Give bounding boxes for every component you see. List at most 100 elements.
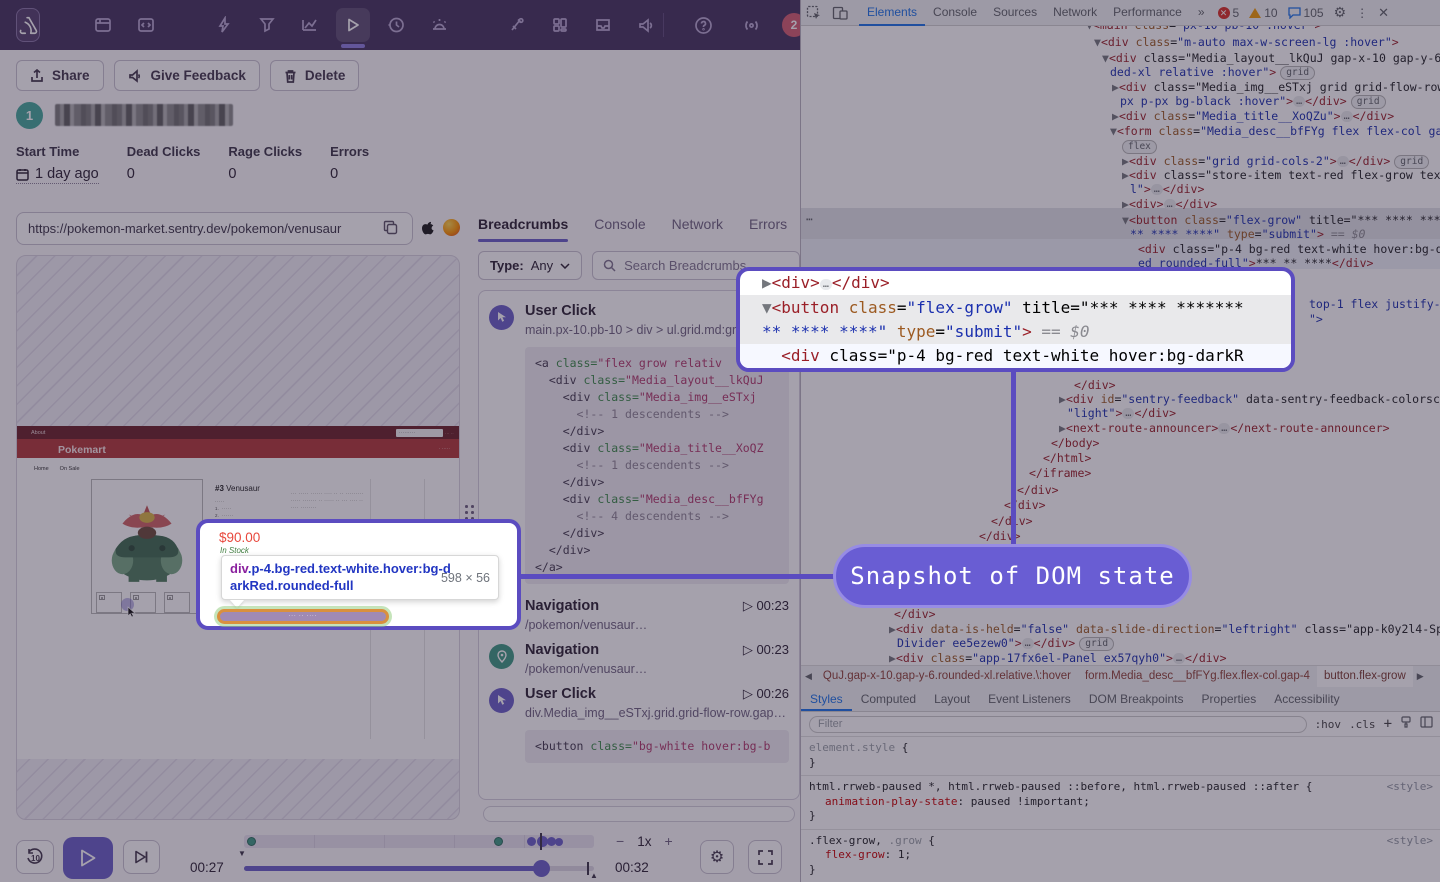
devtools-crumb[interactable]: QuJ.gap-x-10.gap-y-6.rounded-xl.relative…	[816, 666, 1078, 687]
fullscreen-button[interactable]	[748, 840, 782, 874]
breadcrumb-item[interactable]: User Click▷ 00:26div.Media_img__eSTxj.gr…	[489, 686, 799, 767]
site-search-input[interactable]: ·········	[396, 429, 443, 437]
event-marker[interactable]	[247, 837, 256, 846]
rewind-10-button[interactable]: 10	[16, 840, 54, 874]
devtools-close-icon[interactable]: ✕	[1378, 5, 1389, 21]
more-tabs-button[interactable]: »	[1190, 0, 1213, 26]
dom-tree-line[interactable]: </div>	[1017, 483, 1059, 497]
dom-tree-line[interactable]: ▼<div class="m-auto max-w-screen-lg :hov…	[1094, 35, 1399, 49]
devtools-crumb[interactable]: button.flex-grow	[1317, 666, 1413, 687]
tab-errors[interactable]: Errors	[749, 216, 787, 242]
devtools-tab-elements[interactable]: Elements	[859, 0, 925, 26]
speed-value[interactable]: 1x	[637, 834, 651, 849]
console-warning-count[interactable]: 10	[1249, 6, 1277, 20]
dom-tree-line[interactable]: </div>	[1074, 378, 1116, 392]
explore-icon[interactable]	[250, 8, 284, 42]
styles-tab-layout[interactable]: Layout	[925, 687, 979, 711]
inbox-icon[interactable]	[586, 8, 620, 42]
timeline-scrubber[interactable]	[244, 866, 594, 871]
issues-icon[interactable]	[207, 8, 241, 42]
layout-badge[interactable]: grid	[1280, 66, 1315, 80]
styles-tab-properties[interactable]: Properties	[1193, 687, 1266, 711]
dom-tree-line[interactable]: ▶<div id="sentry-feedback" data-sentry-f…	[1059, 392, 1440, 406]
layout-badge[interactable]: grid	[1394, 155, 1429, 169]
type-filter-dropdown[interactable]: Type:Any	[478, 251, 582, 280]
css-rule[interactable]: html.rrweb-paused *, html.rrweb-paused :…	[801, 776, 1440, 830]
layout-badge[interactable]: grid	[1079, 637, 1114, 651]
dashboards-icon[interactable]	[543, 8, 577, 42]
css-rule[interactable]: element.style {}	[801, 737, 1440, 776]
css-rule[interactable]: .flex-grow, .grow {flex-grow: 1;}<style>	[801, 830, 1440, 882]
console-error-count[interactable]: ✕5	[1218, 6, 1240, 20]
site-about-link[interactable]: About	[31, 430, 45, 436]
styles-tab-styles[interactable]: Styles	[801, 687, 852, 711]
site-nav-onsale[interactable]: On Sale	[60, 466, 80, 472]
breadcrumb-timestamp[interactable]: ▷ 00:23	[743, 642, 789, 658]
dom-tree-line[interactable]: ▼<div class="Media_layout__lkQuJ gap-x-1…	[1102, 51, 1440, 65]
play-button[interactable]	[63, 837, 113, 879]
dom-tree-line[interactable]: ▶<div class="Media_title__XoQZu">…</div>	[1112, 109, 1394, 123]
help-icon[interactable]	[686, 8, 720, 42]
speed-slower-button[interactable]: −	[616, 833, 624, 849]
dom-tree-line[interactable]: l">…</div>	[1130, 182, 1204, 196]
tab-console[interactable]: Console	[594, 216, 645, 242]
layout-badge[interactable]: grid	[1351, 95, 1386, 109]
copy-url-icon[interactable]	[383, 220, 398, 240]
styles-tab-computed[interactable]: Computed	[852, 687, 925, 711]
device-toolbar-icon[interactable]	[832, 6, 848, 20]
dom-tree-line[interactable]: Divider ee5ezew0">…</div>grid	[897, 636, 1114, 651]
breadcrumb-item[interactable]: Navigation▷ 00:23/pokemon/venusaur…	[489, 598, 799, 632]
skip-to-end-button[interactable]	[123, 840, 160, 874]
layout-badge[interactable]: flex	[1122, 140, 1157, 154]
thumbnail[interactable]	[96, 592, 122, 613]
dom-tree-line[interactable]: ** **** ****" type="submit"> == $0	[1130, 227, 1365, 241]
tab-breadcrumbs[interactable]: Breadcrumbs	[478, 216, 568, 242]
dom-tree-line[interactable]: ▶<div class="store-item text-red flex-gr…	[1122, 168, 1440, 182]
dom-tree-line[interactable]: ded-xl relative :hover">grid	[1110, 65, 1315, 80]
sidebar-layout-icon[interactable]	[1420, 715, 1433, 733]
sentry-logo[interactable]	[16, 8, 40, 42]
devtools-menu-icon[interactable]: ⋮	[1356, 6, 1368, 20]
styles-tab-accessibility[interactable]: Accessibility	[1265, 687, 1348, 711]
styles-tab-dom-breakpoints[interactable]: DOM Breakpoints	[1080, 687, 1193, 711]
dom-tree-line[interactable]: ▶<div class="grid grid-cols-2">…</div>gr…	[1122, 154, 1429, 169]
dom-tree-line[interactable]: ">	[1309, 312, 1323, 326]
breadcrumb-timestamp[interactable]: ▷ 00:23	[743, 598, 789, 614]
cls-toggle[interactable]: .cls	[1349, 718, 1376, 731]
speed-faster-button[interactable]: +	[664, 833, 672, 849]
hov-toggle[interactable]: :hov	[1315, 718, 1342, 731]
replay-url-field[interactable]: https://pokemon-market.sentry.dev/pokemo…	[16, 212, 413, 245]
inspect-element-icon[interactable]	[806, 5, 822, 21]
projects-icon[interactable]	[86, 8, 120, 42]
crumbs-scroll-right[interactable]: ▶	[1413, 671, 1428, 682]
devtools-tab-performance[interactable]: Performance	[1105, 0, 1190, 26]
dom-tree-line[interactable]: </body>	[1051, 436, 1099, 450]
dom-tree-line[interactable]: ▶<div data-is-held="false" data-slide-di…	[889, 622, 1440, 636]
crumbs-scroll-left[interactable]: ◀	[801, 671, 816, 682]
site-nav-home[interactable]: Home	[34, 466, 49, 472]
dom-tree-line[interactable]: ▼<button class="flex-grow" title="*** **…	[1122, 213, 1440, 227]
event-marker[interactable]	[494, 837, 503, 846]
dom-tree-line[interactable]: "light">…</div>	[1067, 406, 1176, 420]
site-brand[interactable]: Pokemart	[58, 444, 106, 456]
tab-network[interactable]: Network	[672, 216, 723, 242]
replays-icon[interactable]	[336, 8, 370, 42]
dom-tree-line[interactable]: </div>	[894, 607, 936, 621]
delete-button[interactable]: Delete	[270, 60, 360, 91]
dom-tree-line[interactable]: ▶<next-route-announcer>…</next-route-ann…	[1059, 421, 1390, 435]
thumbnail[interactable]	[164, 592, 190, 613]
scrubber-thumb[interactable]	[533, 860, 550, 877]
insights-icon[interactable]	[293, 8, 327, 42]
broadcast-megaphone-icon[interactable]	[629, 8, 663, 42]
styles-filter-input[interactable]: Filter	[809, 716, 1307, 733]
dom-tree-line[interactable]: top-1 flex justify-cen	[1309, 297, 1440, 311]
player-settings-button[interactable]: ⚙	[700, 840, 734, 874]
dom-tree-line[interactable]: </html>	[1043, 451, 1091, 465]
alerts-icon[interactable]	[422, 8, 456, 42]
event-marker[interactable]	[527, 837, 536, 846]
dom-tree-line[interactable]: ▶<div class="Media_img__eSTxj grid grid-…	[1112, 80, 1440, 94]
breadcrumb-item[interactable]: Navigation▷ 00:23/pokemon/venusaur…	[489, 642, 799, 676]
brush-icon[interactable]	[1400, 715, 1412, 733]
share-button[interactable]: Share	[16, 60, 104, 91]
style-source-link[interactable]: <style>	[1387, 780, 1433, 795]
